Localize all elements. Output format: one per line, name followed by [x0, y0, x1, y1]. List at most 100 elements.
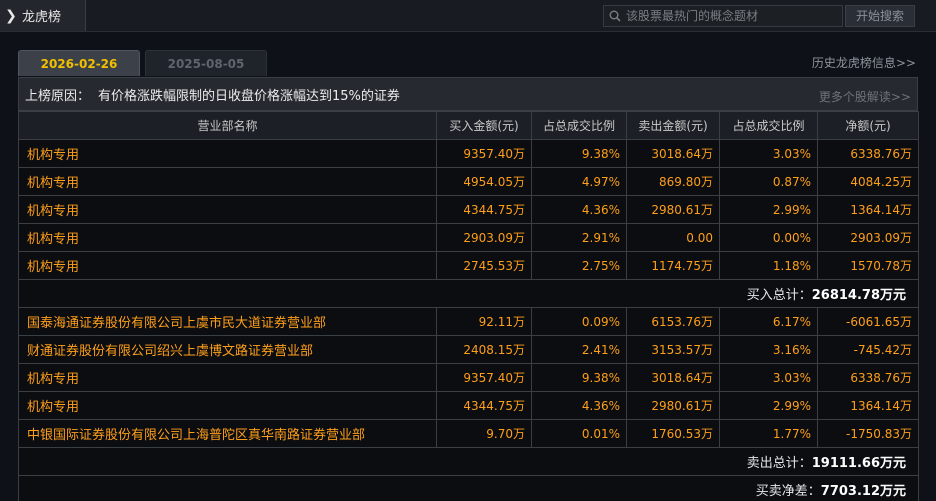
- table-row[interactable]: 国泰海通证券股份有限公司上虞市民大道证券营业部 92.11万 0.09% 615…: [18, 307, 919, 336]
- table-header-row: 营业部名称 买入金额(元) 占总成交比例 卖出金额(元) 占总成交比例 净额(元…: [18, 111, 919, 140]
- sell-amount: 3153.57万: [626, 335, 720, 364]
- sell-amount: 2980.61万: [626, 391, 720, 420]
- net-amount: 4084.25万: [817, 167, 919, 196]
- buy-amount: 2408.15万: [436, 335, 532, 364]
- col-header-net: 净额(元): [817, 111, 919, 140]
- dragon-tiger-table: 营业部名称 买入金额(元) 占总成交比例 卖出金额(元) 占总成交比例 净额(元…: [18, 111, 919, 501]
- buy-amount: 2745.53万: [436, 251, 532, 280]
- buy-ratio: 4.36%: [531, 391, 627, 420]
- net-total-value: 7703.12万元: [820, 484, 906, 499]
- branch-name[interactable]: 中银国际证券股份有限公司上海普陀区真华南路证券营业部: [18, 419, 437, 448]
- col-header-buy-amount: 买入金额(元): [436, 111, 532, 140]
- sell-ratio: 0.87%: [719, 167, 818, 196]
- col-header-sell-ratio: 占总成交比例: [719, 111, 818, 140]
- buy-amount: 4344.75万: [436, 195, 532, 224]
- sell-amount: 0.00: [626, 223, 720, 252]
- reason-bar: 上榜原因： 有价格涨跌幅限制的日收盘价格涨幅达到15%的证券 更多个股解读>>: [18, 77, 918, 111]
- chevron-right-icon: ❯: [5, 7, 17, 24]
- table-row[interactable]: 机构专用 4344.75万 4.36% 2980.61万 2.99% 1364.…: [18, 195, 919, 224]
- table-row[interactable]: 中银国际证券股份有限公司上海普陀区真华南路证券营业部 9.70万 0.01% 1…: [18, 419, 919, 448]
- reason-text: 有价格涨跌幅限制的日收盘价格涨幅达到15%的证券: [98, 88, 400, 104]
- buy-ratio: 0.01%: [531, 419, 627, 448]
- search-icon: [604, 6, 626, 26]
- title-tab[interactable]: ❯ 龙虎榜: [0, 0, 86, 31]
- reason-label: 上榜原因：: [25, 88, 91, 104]
- history-link[interactable]: 历史龙虎榜信息>>: [812, 54, 916, 71]
- sell-amount: 2980.61万: [626, 195, 720, 224]
- sell-ratio: 1.77%: [719, 419, 818, 448]
- sell-amount: 3018.64万: [626, 363, 720, 392]
- net-amount: 1364.14万: [817, 195, 919, 224]
- sell-total: 卖出总计：19111.66万元: [18, 447, 919, 476]
- buy-total: 买入总计：26814.78万元: [18, 279, 919, 308]
- buy-amount: 2903.09万: [436, 223, 532, 252]
- table-row[interactable]: 机构专用 9357.40万 9.38% 3018.64万 3.03% 6338.…: [18, 363, 919, 392]
- top-bar: ❯ 龙虎榜 开始搜索: [0, 0, 936, 32]
- table-row[interactable]: 财通证券股份有限公司绍兴上虞博文路证券营业部 2408.15万 2.41% 31…: [18, 335, 919, 364]
- buy-ratio: 4.97%: [531, 167, 627, 196]
- sell-amount: 6153.76万: [626, 307, 720, 336]
- sell-ratio: 1.18%: [719, 251, 818, 280]
- branch-name[interactable]: 机构专用: [18, 363, 437, 392]
- net-amount: -6061.65万: [817, 307, 919, 336]
- branch-name[interactable]: 机构专用: [18, 195, 437, 224]
- buy-amount: 9.70万: [436, 419, 532, 448]
- buy-amount: 9357.40万: [436, 139, 532, 168]
- sell-amount: 1760.53万: [626, 419, 720, 448]
- buy-ratio: 9.38%: [531, 139, 627, 168]
- sell-amount: 1174.75万: [626, 251, 720, 280]
- net-amount: -745.42万: [817, 335, 919, 364]
- net-amount: 6338.76万: [817, 363, 919, 392]
- table-row[interactable]: 机构专用 4954.05万 4.97% 869.80万 0.87% 4084.2…: [18, 167, 919, 196]
- table-row[interactable]: 机构专用 2745.53万 2.75% 1174.75万 1.18% 1570.…: [18, 251, 919, 280]
- sell-ratio: 3.16%: [719, 335, 818, 364]
- col-header-sell-amount: 卖出金额(元): [626, 111, 720, 140]
- table-row[interactable]: 机构专用 2903.09万 2.91% 0.00 0.00% 2903.09万: [18, 223, 919, 252]
- sell-total-value: 19111.66万元: [811, 456, 906, 471]
- buy-amount: 4344.75万: [436, 391, 532, 420]
- buy-ratio: 2.75%: [531, 251, 627, 280]
- sell-total-label: 卖出总计：: [746, 456, 812, 471]
- buy-ratio: 2.41%: [531, 335, 627, 364]
- net-total: 买卖净差：7703.12万元: [18, 475, 919, 501]
- search-box[interactable]: [603, 5, 843, 27]
- buy-total-value: 26814.78万元: [811, 288, 906, 303]
- sell-amount: 869.80万: [626, 167, 720, 196]
- sell-ratio: 2.99%: [719, 195, 818, 224]
- page-title: 龙虎榜: [22, 10, 62, 25]
- buy-ratio: 0.09%: [531, 307, 627, 336]
- buy-amount: 9357.40万: [436, 363, 532, 392]
- table-row[interactable]: 机构专用 4344.75万 4.36% 2980.61万 2.99% 1364.…: [18, 391, 919, 420]
- branch-name[interactable]: 机构专用: [18, 251, 437, 280]
- search-button[interactable]: 开始搜索: [845, 5, 915, 27]
- sell-ratio: 2.99%: [719, 391, 818, 420]
- buy-amount: 92.11万: [436, 307, 532, 336]
- net-amount: -1750.83万: [817, 419, 919, 448]
- sell-ratio: 3.03%: [719, 363, 818, 392]
- sell-total-row: 卖出总计：19111.66万元: [18, 447, 919, 476]
- date-tab-2[interactable]: 2025-08-05: [145, 50, 267, 76]
- date-tab-1[interactable]: 2026-02-26: [18, 50, 140, 76]
- sell-ratio: 0.00%: [719, 223, 818, 252]
- branch-name[interactable]: 国泰海通证券股份有限公司上虞市民大道证券营业部: [18, 307, 437, 336]
- net-amount: 6338.76万: [817, 139, 919, 168]
- search-input[interactable]: [626, 9, 836, 23]
- branch-name[interactable]: 机构专用: [18, 167, 437, 196]
- buy-ratio: 9.38%: [531, 363, 627, 392]
- branch-name[interactable]: 机构专用: [18, 139, 437, 168]
- branch-name[interactable]: 机构专用: [18, 391, 437, 420]
- branch-name[interactable]: 财通证券股份有限公司绍兴上虞博文路证券营业部: [18, 335, 437, 364]
- buy-total-row: 买入总计：26814.78万元: [18, 279, 919, 308]
- buy-ratio: 2.91%: [531, 223, 627, 252]
- col-header-branch: 营业部名称: [18, 111, 437, 140]
- buy-amount: 4954.05万: [436, 167, 532, 196]
- sell-ratio: 3.03%: [719, 139, 818, 168]
- sell-ratio: 6.17%: [719, 307, 818, 336]
- net-total-label: 买卖净差：: [755, 484, 821, 499]
- more-analysis-link[interactable]: 更多个股解读>>: [819, 88, 911, 105]
- col-header-buy-ratio: 占总成交比例: [531, 111, 627, 140]
- buy-ratio: 4.36%: [531, 195, 627, 224]
- table-row[interactable]: 机构专用 9357.40万 9.38% 3018.64万 3.03% 6338.…: [18, 139, 919, 168]
- sell-amount: 3018.64万: [626, 139, 720, 168]
- branch-name[interactable]: 机构专用: [18, 223, 437, 252]
